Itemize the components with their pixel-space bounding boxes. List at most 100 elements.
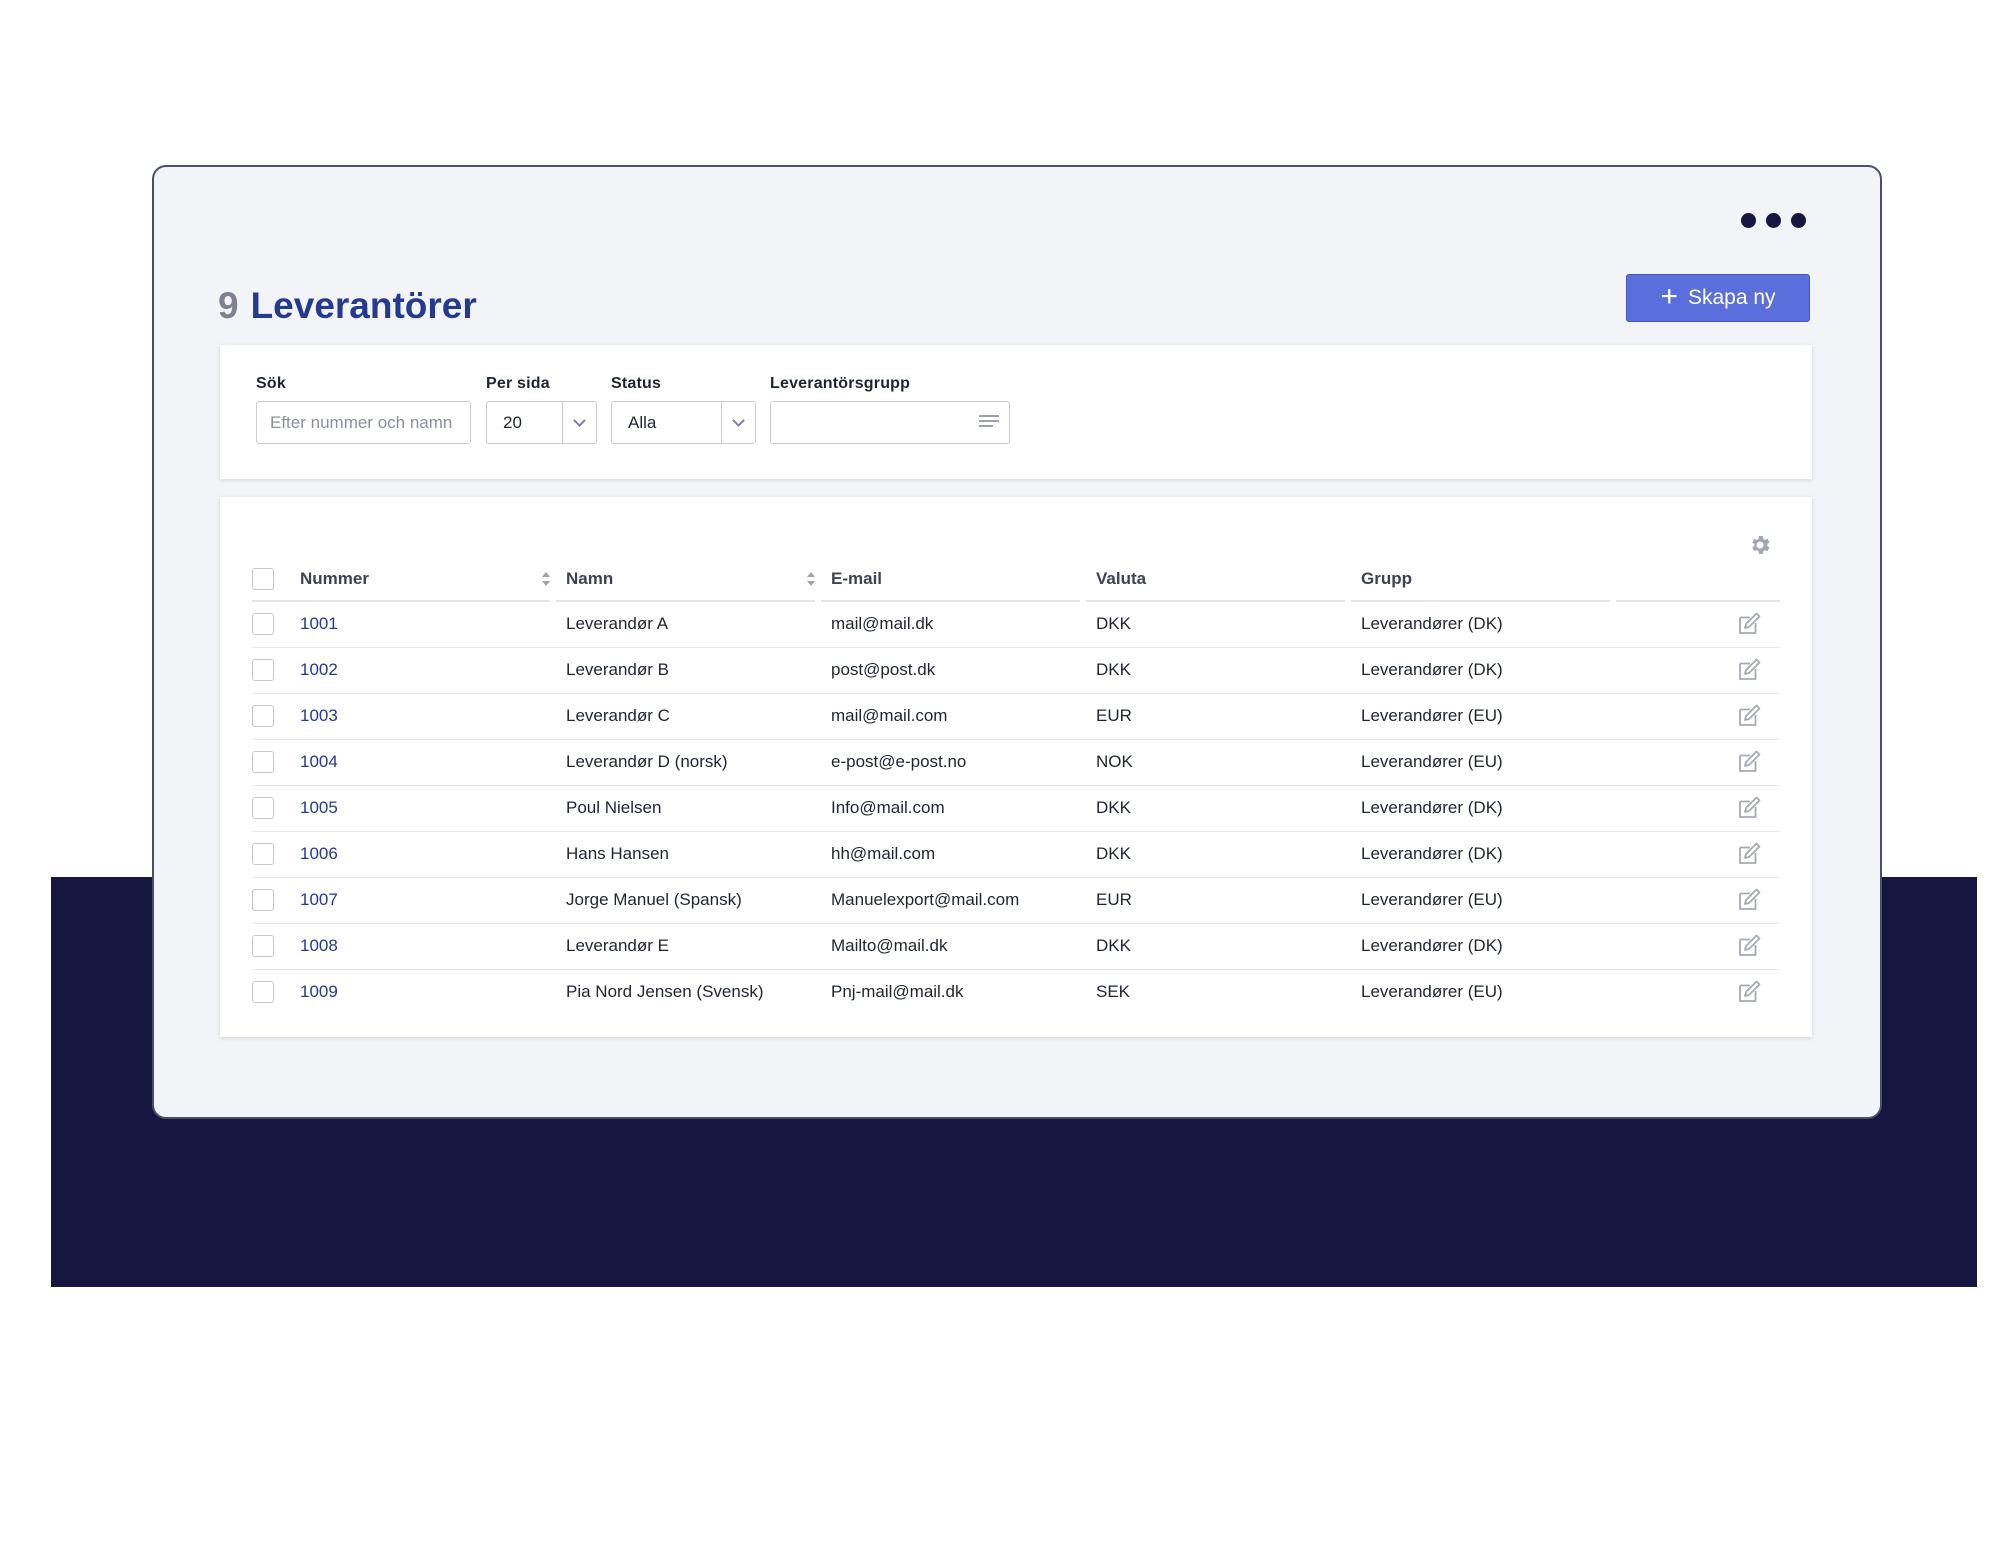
row-checkbox[interactable] — [252, 981, 274, 1004]
supplier-number-link[interactable]: 1002 — [300, 660, 338, 679]
create-new-button[interactable]: + Skapa ny — [1626, 274, 1810, 322]
app-window: 9 Leverantörer + Skapa ny Sök Per sida 20… — [152, 165, 1882, 1119]
select-all-cell — [252, 557, 290, 602]
per-page-label: Per sida — [486, 375, 550, 392]
cell-group: Leverandører (EU) — [1351, 693, 1616, 740]
row-select-cell — [252, 831, 290, 878]
column-header-group-label: Grupp — [1361, 568, 1412, 588]
cell-currency: DKK — [1086, 923, 1351, 970]
chevron-down-icon[interactable] — [721, 402, 755, 443]
cell-number: 1006 — [290, 831, 556, 878]
row-checkbox[interactable] — [252, 889, 274, 911]
cell-currency: DKK — [1086, 601, 1351, 648]
column-header-actions — [1616, 557, 1780, 602]
chevron-down-icon[interactable] — [562, 402, 596, 443]
row-checkbox[interactable] — [252, 935, 274, 957]
table-row[interactable]: 1009 Pia Nord Jensen (Svensk) Pnj-mail@m… — [252, 969, 1780, 1015]
select-all-checkbox[interactable] — [252, 567, 274, 590]
row-checkbox[interactable] — [252, 659, 274, 681]
row-select-cell — [252, 601, 290, 648]
edit-icon[interactable] — [1736, 611, 1762, 637]
row-checkbox[interactable] — [252, 613, 274, 636]
table-panel: Nummer Namn E-mail Valuta Grupp 1001 Lev… — [220, 497, 1812, 1037]
sort-icon[interactable] — [542, 572, 550, 586]
cell-email: hh@mail.com — [821, 831, 1086, 878]
cell-name: Leverandør E — [556, 923, 821, 970]
column-header-number[interactable]: Nummer — [290, 557, 556, 602]
row-select-cell — [252, 785, 290, 832]
cell-number: 1001 — [290, 601, 556, 648]
per-page-field: Per sida 20 — [486, 375, 597, 444]
cell-actions — [1616, 647, 1780, 694]
supplier-count: 9 — [218, 285, 239, 326]
cell-actions — [1616, 969, 1780, 1015]
cell-name: Leverandør C — [556, 693, 821, 740]
per-page-select[interactable]: 20 — [486, 401, 597, 444]
edit-icon[interactable] — [1736, 841, 1762, 867]
cell-currency: DKK — [1086, 831, 1351, 878]
table-row[interactable]: 1007 Jorge Manuel (Spansk) Manuelexport@… — [252, 877, 1780, 924]
status-label: Status — [611, 375, 662, 392]
page-title: 9 Leverantörer — [218, 285, 477, 327]
row-checkbox[interactable] — [252, 705, 274, 727]
search-input[interactable] — [257, 402, 470, 443]
supplier-number-link[interactable]: 1006 — [300, 844, 338, 863]
supplier-number-link[interactable]: 1008 — [300, 936, 338, 955]
column-header-name-label: Namn — [566, 568, 614, 588]
edit-icon[interactable] — [1736, 703, 1762, 729]
supplier-group-select[interactable] — [770, 401, 1010, 444]
edit-icon[interactable] — [1736, 795, 1762, 821]
supplier-number-link[interactable]: 1003 — [300, 706, 338, 725]
cell-currency: EUR — [1086, 877, 1351, 924]
row-checkbox[interactable] — [252, 797, 274, 819]
cell-name: Leverandør A — [556, 601, 821, 648]
table-row[interactable]: 1002 Leverandør B post@post.dk DKK Lever… — [252, 647, 1780, 694]
status-select[interactable]: Alla — [611, 401, 756, 444]
supplier-number-link[interactable]: 1007 — [300, 890, 338, 909]
edit-icon[interactable] — [1736, 933, 1762, 959]
dot-icon — [1766, 213, 1781, 228]
supplier-number-link[interactable]: 1004 — [300, 752, 338, 771]
supplier-number-link[interactable]: 1005 — [300, 798, 338, 817]
cell-currency: NOK — [1086, 739, 1351, 786]
table-row[interactable]: 1005 Poul Nielsen Info@mail.com DKK Leve… — [252, 785, 1780, 832]
search-label: Sök — [256, 375, 286, 392]
row-checkbox[interactable] — [252, 843, 274, 865]
supplier-number-link[interactable]: 1001 — [300, 614, 338, 633]
cell-actions — [1616, 877, 1780, 924]
table-row[interactable]: 1006 Hans Hansen hh@mail.com DKK Leveran… — [252, 831, 1780, 878]
row-select-cell — [252, 923, 290, 970]
row-select-cell — [252, 647, 290, 694]
edit-icon[interactable] — [1736, 657, 1762, 683]
table-row[interactable]: 1001 Leverandør A mail@mail.dk DKK Lever… — [252, 601, 1780, 648]
cell-number: 1005 — [290, 785, 556, 832]
column-header-name[interactable]: Namn — [556, 557, 821, 602]
cell-currency: EUR — [1086, 693, 1351, 740]
edit-icon[interactable] — [1736, 749, 1762, 775]
gear-icon[interactable] — [1748, 533, 1772, 557]
window-menu-dots[interactable] — [1741, 213, 1806, 228]
sort-icon[interactable] — [807, 572, 815, 586]
edit-icon[interactable] — [1736, 979, 1762, 1005]
supplier-group-label: Leverantörsgrupp — [770, 375, 911, 392]
cell-number: 1004 — [290, 739, 556, 786]
edit-icon[interactable] — [1736, 887, 1762, 913]
search-field: Sök — [256, 375, 471, 444]
column-header-number-label: Nummer — [300, 568, 369, 588]
table-row[interactable]: 1004 Leverandør D (norsk) e-post@e-post.… — [252, 739, 1780, 786]
supplier-number-link[interactable]: 1009 — [300, 982, 338, 1001]
table-body: 1001 Leverandør A mail@mail.dk DKK Lever… — [252, 601, 1780, 1015]
row-checkbox[interactable] — [252, 751, 274, 773]
table-header-row: Nummer Namn E-mail Valuta Grupp — [252, 557, 1780, 602]
row-select-cell — [252, 693, 290, 740]
table-row[interactable]: 1008 Leverandør E Mailto@mail.dk DKK Lev… — [252, 923, 1780, 970]
table-row[interactable]: 1003 Leverandør C mail@mail.com EUR Leve… — [252, 693, 1780, 740]
cell-actions — [1616, 785, 1780, 832]
supplier-group-field: Leverantörsgrupp — [770, 375, 1010, 444]
cell-email: mail@mail.dk — [821, 601, 1086, 648]
cell-currency: SEK — [1096, 982, 1131, 1002]
cell-group: Leverandører (DK) — [1351, 647, 1616, 694]
row-select-cell — [252, 739, 290, 786]
cell-email: Info@mail.com — [821, 785, 1086, 832]
filter-panel: Sök Per sida 20 Status Alla Leverantörsg… — [220, 345, 1812, 479]
